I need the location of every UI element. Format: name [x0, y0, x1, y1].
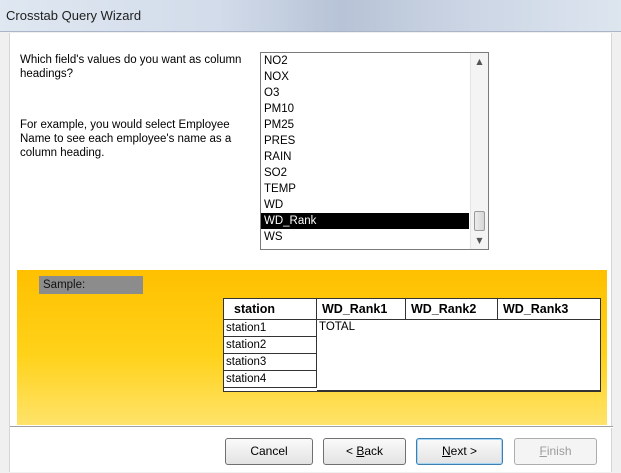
sample-row-label: station4 — [224, 371, 317, 388]
example-text: For example, you would select Employee N… — [20, 119, 232, 159]
field-list-item[interactable]: NO2 — [261, 53, 469, 69]
sample-panel: Sample: station WD_Rank1 WD_Rank2 WD_Ran… — [17, 270, 607, 425]
finish-mnemonic: F — [539, 444, 547, 458]
button-separator — [10, 426, 613, 428]
field-list-item[interactable]: NOX — [261, 69, 469, 85]
field-list-item[interactable]: RAIN — [261, 149, 469, 165]
wizard-content: Which field's values do you want as colu… — [9, 33, 613, 472]
sample-total-cell: TOTAL — [319, 321, 355, 333]
scroll-thumb[interactable] — [474, 211, 485, 231]
next-mnemonic: N — [441, 444, 451, 458]
field-list-item[interactable]: PM10 — [261, 101, 469, 117]
field-list-item[interactable]: SO2 — [261, 165, 469, 181]
field-list-item[interactable]: WS — [261, 229, 469, 245]
sample-body: TOTAL — [317, 320, 600, 391]
listbox-scrollbar[interactable]: ▲ ▼ — [470, 53, 488, 249]
field-list-item[interactable]: PRES — [261, 133, 469, 149]
sample-row-header: station — [224, 299, 317, 320]
sample-table: station WD_Rank1 WD_Rank2 WD_Rank3 stati… — [223, 298, 601, 392]
finish-button[interactable]: Finish — [514, 438, 597, 465]
back-prefix: < — [345, 444, 357, 458]
next-rest: ext > — [450, 444, 478, 458]
field-list-item[interactable]: TEMP — [261, 181, 469, 197]
field-list-item[interactable]: PM25 — [261, 117, 469, 133]
scroll-down-arrow-icon[interactable]: ▼ — [471, 232, 488, 249]
sample-row-label: station1 — [224, 320, 317, 337]
scroll-up-arrow-icon[interactable]: ▲ — [471, 53, 488, 70]
back-rest: ack — [364, 444, 384, 458]
sample-column-header: WD_Rank1 — [317, 299, 406, 320]
field-list-items: NO2 NOX O3 PM10 PM25 PRES RAIN SO2 TEMP WD WD_Rank… — [261, 53, 469, 245]
field-listbox[interactable]: NO2 NOX O3 PM10 PM25 PRES RAIN SO2 TEMP WD WD_Rank… — [260, 52, 489, 250]
finish-rest: inish — [546, 444, 572, 458]
cancel-button[interactable]: Cancel — [225, 438, 313, 465]
sample-row-label: station3 — [224, 354, 317, 371]
sample-label: Sample: — [39, 276, 143, 294]
title-bar[interactable]: Crosstab Query Wizard — [0, 0, 621, 32]
sample-column-header: WD_Rank3 — [498, 299, 600, 320]
sample-column-header: WD_Rank2 — [406, 299, 498, 320]
field-list-item[interactable]: WD — [261, 197, 469, 213]
field-list-item[interactable]: O3 — [261, 85, 469, 101]
question-text: Which field's values do you want as colu… — [20, 54, 242, 80]
crosstab-query-wizard-window: Crosstab Query Wizard Which field's valu… — [0, 0, 621, 473]
window-title: Crosstab Query Wizard — [6, 8, 142, 23]
next-button[interactable]: Next > — [416, 438, 503, 465]
back-button[interactable]: < Back — [323, 438, 406, 465]
field-list-item[interactable]: WD_Rank — [261, 213, 469, 229]
sample-row-label: station2 — [224, 337, 317, 354]
